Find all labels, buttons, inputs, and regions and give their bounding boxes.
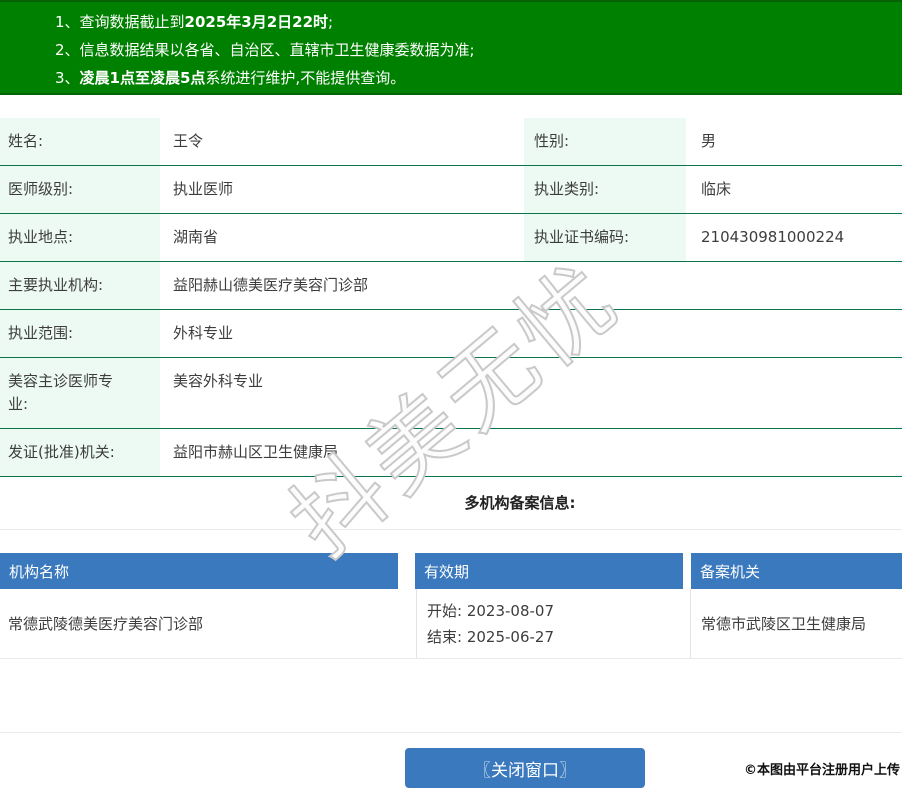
close-window-button[interactable]: 〖关闭窗口〗 bbox=[405, 748, 645, 788]
uploader-credit: ©本图由平台注册用户上传 bbox=[743, 763, 900, 778]
notice-banner: 1、查询数据截止到2025年3月2日22时; 2、信息数据结果以各省、自治区、直辖… bbox=[0, 0, 902, 95]
notice-text: 3、 bbox=[55, 69, 80, 87]
notice-line: 1、查询数据截止到2025年3月2日22时; bbox=[55, 8, 892, 36]
info-label-cell: 发证(批准)机关: bbox=[0, 429, 160, 476]
filing-header-cell: 机构名称 bbox=[0, 553, 398, 589]
info-row: 主要执业机构: 益阳赫山德美医疗美容门诊部 bbox=[0, 262, 902, 310]
info-row: 医师级别: 执业医师 执业类别: 临床 bbox=[0, 166, 902, 214]
filing-authority-cell: 常德市武陵区卫生健康局 bbox=[701, 615, 867, 633]
info-value-cell: 美容外科专业 bbox=[173, 372, 264, 390]
query-result-page: { "banner": { "notices": [ [ {"t":"1、查询数… bbox=[0, 0, 902, 788]
info-row: 发证(批准)机关: 益阳市赫山区卫生健康局 bbox=[0, 429, 902, 477]
info-label-cell: 性别: bbox=[524, 118, 686, 165]
validity-line: 结束: 2025-06-27 bbox=[427, 627, 554, 646]
info-label-cell: 主要执业机构: bbox=[0, 262, 160, 309]
info-label-cell: 执业范围: bbox=[0, 310, 160, 357]
info-row: 执业范围: 外科专业 bbox=[0, 310, 902, 358]
info-value-cell: 益阳赫山德美医疗美容门诊部 bbox=[173, 276, 369, 294]
notice-text: 系统进行维护,不能提供查询。 bbox=[205, 69, 406, 87]
info-label-cell: 执业地点: bbox=[0, 214, 160, 261]
notice-line: 3、凌晨1点至凌晨5点系统进行维护,不能提供查询。 bbox=[55, 64, 892, 92]
notice-text: 2、信息数据结果以各省、自治区、直辖市卫生健康委数据为准; bbox=[55, 41, 475, 59]
info-row: 美容主诊医师专业: 美容外科专业 bbox=[0, 358, 902, 429]
filing-table-header: 机构名称 有效期 备案机关 bbox=[0, 553, 902, 589]
info-value-cell: 王令 bbox=[173, 132, 204, 150]
info-value-cell: 临床 bbox=[701, 180, 732, 198]
notice-text: ; bbox=[328, 13, 334, 31]
info-value-cell: 男 bbox=[701, 132, 717, 150]
notice-text: 1、查询数据截止到 bbox=[55, 13, 185, 31]
filing-table: 机构名称 有效期 备案机关 常德武陵德美医疗美容门诊部 开始: 2023-08-07 结… bbox=[0, 553, 902, 659]
filing-org-cell: 常德武陵德美医疗美容门诊部 bbox=[0, 589, 417, 658]
info-value-cell: 执业医师 bbox=[173, 180, 234, 198]
validity-line: 开始: 2023-08-07 bbox=[427, 601, 554, 620]
practitioner-info-table: 姓名: 王令 性别: 男医师级别: 执业医师 执业类别: 临床执业地点: 湖南省 执业证书编码:… bbox=[0, 118, 902, 477]
filing-section-title: 多机构备案信息: bbox=[464, 494, 576, 512]
notice-bold-text: 2025年3月2日22时 bbox=[184, 13, 329, 31]
filing-row: 常德武陵德美医疗美容门诊部 开始: 2023-08-07 结束: 2025-06-2… bbox=[0, 589, 902, 659]
info-value-cell: 210430981000224 bbox=[701, 228, 845, 246]
info-label-cell: 医师级别: bbox=[0, 166, 160, 213]
filing-header-cell: 备案机关 bbox=[691, 553, 902, 589]
filing-validity-cell: 开始: 2023-08-07 结束: 2025-06-27 bbox=[417, 589, 691, 658]
divider bbox=[0, 529, 902, 530]
filing-table-body: 常德武陵德美医疗美容门诊部 开始: 2023-08-07 结束: 2025-06-2… bbox=[0, 589, 902, 659]
notice-line: 2、信息数据结果以各省、自治区、直辖市卫生健康委数据为准; bbox=[55, 36, 892, 64]
info-value-cell: 外科专业 bbox=[173, 324, 234, 342]
info-row: 执业地点: 湖南省 执业证书编码: 210430981000224 bbox=[0, 214, 902, 262]
notice-bold-text: 凌晨1点至凌晨5点 bbox=[79, 69, 206, 87]
info-label-cell: 姓名: bbox=[0, 118, 160, 165]
divider bbox=[0, 732, 902, 733]
info-value-cell: 湖南省 bbox=[173, 228, 219, 246]
info-row: 姓名: 王令 性别: 男 bbox=[0, 118, 902, 166]
info-label-cell: 执业证书编码: bbox=[524, 214, 686, 261]
info-value-cell: 益阳市赫山区卫生健康局 bbox=[173, 443, 339, 461]
filing-header-cell: 有效期 bbox=[415, 553, 683, 589]
info-label-cell: 美容主诊医师专业: bbox=[0, 358, 160, 428]
info-label-cell: 执业类别: bbox=[524, 166, 686, 213]
